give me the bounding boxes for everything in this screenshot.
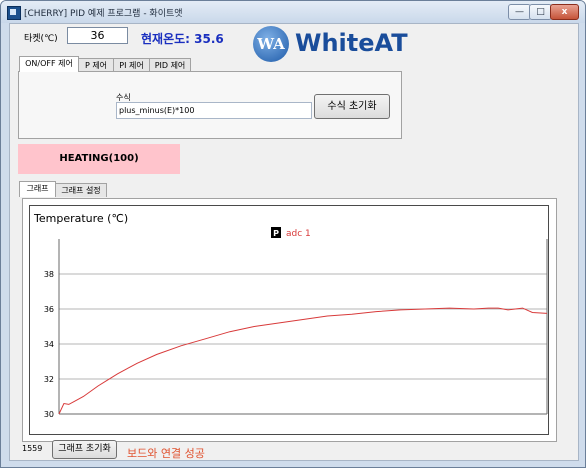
- title-bar: [CHERRY] PID 예제 프로그램 - 화이트앳 — □ x: [1, 1, 585, 23]
- minimize-button[interactable]: —: [508, 4, 531, 20]
- logo-badge: WA: [253, 26, 289, 62]
- app-window: [CHERRY] PID 예제 프로그램 - 화이트앳 — □ x 타켓(℃) …: [0, 0, 586, 468]
- y-tick-label: 38: [44, 270, 54, 279]
- logo-text: WhiteAT: [295, 29, 408, 57]
- series-line: [58, 307, 548, 415]
- temperature-chart: Temperature (℃) P adc 1 30 32 34 36 38: [33, 212, 548, 419]
- chart-frame: Temperature (℃) P adc 1 30 32 34 36 38: [29, 205, 549, 435]
- formula-input[interactable]: plus_minus(E)*100: [116, 102, 312, 119]
- maximize-button[interactable]: □: [529, 4, 552, 20]
- tab-p-control[interactable]: P 제어: [78, 58, 114, 72]
- app-icon: [7, 6, 21, 20]
- tab-pid-control[interactable]: PID 제어: [149, 58, 191, 72]
- window-title: [CHERRY] PID 예제 프로그램 - 화이트앳: [24, 9, 183, 19]
- control-tab-panel: 수식 plus_minus(E)*100 수식 초기화: [18, 71, 402, 139]
- connection-status: 보드와 연결 성공: [127, 447, 205, 460]
- tab-graph[interactable]: 그래프: [19, 181, 56, 197]
- main-panel: 타켓(℃) 36 현재온도: 35.6 WA WhiteAT ON/OFF 제어…: [9, 23, 579, 461]
- sample-count: 1559: [22, 444, 43, 453]
- y-tick-label: 32: [44, 375, 54, 384]
- close-button[interactable]: x: [550, 4, 579, 20]
- y-tick-label: 34: [44, 340, 54, 349]
- chart-title: Temperature (℃): [33, 212, 128, 225]
- legend-badge: P: [273, 229, 279, 238]
- y-tick-label: 36: [44, 305, 54, 314]
- tab-onoff-control[interactable]: ON/OFF 제어: [19, 56, 79, 72]
- target-input[interactable]: 36: [67, 27, 128, 44]
- legend-label: adc 1: [286, 229, 311, 239]
- graph-reset-button[interactable]: 그래프 초기화: [52, 440, 117, 459]
- tab-pi-control[interactable]: PI 제어: [113, 58, 150, 72]
- formula-reset-button[interactable]: 수식 초기화: [314, 94, 390, 119]
- graph-panel: Temperature (℃) P adc 1 30 32 34 36 38: [22, 198, 557, 442]
- tab-graph-settings[interactable]: 그래프 설정: [55, 183, 107, 197]
- y-tick-label: 30: [44, 410, 54, 419]
- target-label: 타켓(℃): [24, 34, 58, 44]
- status-banner: HEATING(100): [18, 144, 180, 174]
- logo: WA WhiteAT: [253, 26, 429, 64]
- current-temperature: 현재온도: 35.6: [141, 32, 224, 46]
